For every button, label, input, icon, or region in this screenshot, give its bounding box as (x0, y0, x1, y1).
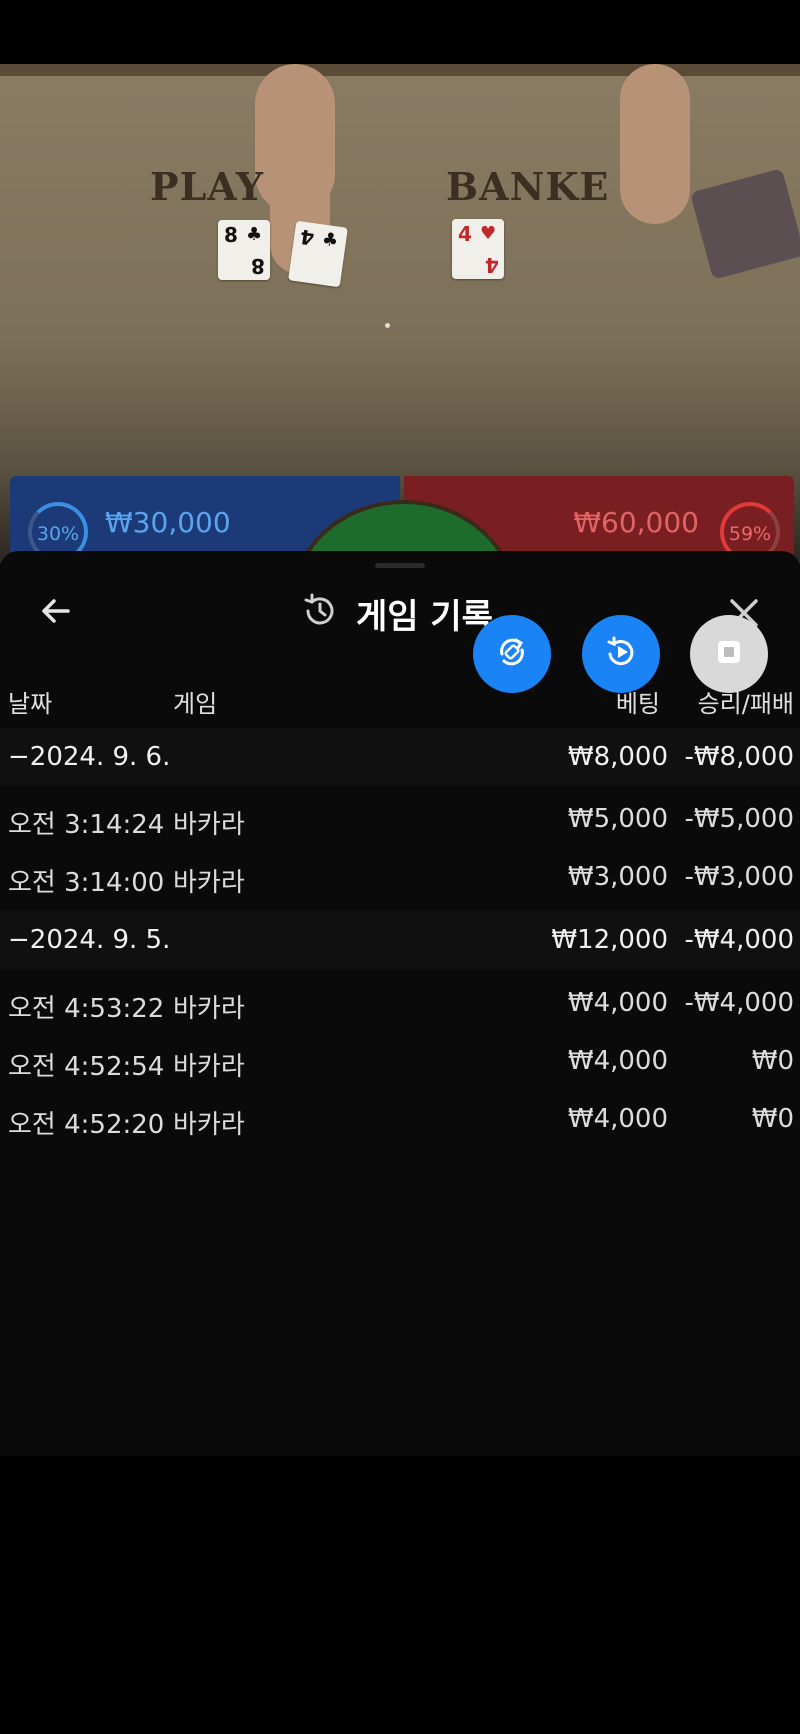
rotate-icon (492, 632, 532, 676)
table-center-dot (385, 323, 390, 328)
group-date: −2024. 9. 5. (8, 925, 171, 955)
date-group-row[interactable]: −2024. 9. 6. ₩8,000 -₩8,000 (0, 728, 800, 786)
row-time: 오전 3:14:24 (8, 810, 165, 840)
replay-icon (601, 632, 641, 676)
row-game: 바카라 (173, 810, 245, 840)
player-bet-amount: ₩30,000 (105, 506, 231, 539)
column-game: 게임 (173, 690, 218, 718)
table-row[interactable]: 오전 3:14:24 바카라 ₩5,000 -₩5,000 (0, 790, 800, 848)
card-shoe (689, 168, 800, 280)
banker-card-1: 4 ♥ 4 (452, 219, 504, 279)
history-icon (300, 591, 340, 635)
stop-icon (709, 632, 749, 676)
table-row[interactable]: 오전 3:14:00 바카라 ₩3,000 -₩3,000 (0, 848, 800, 906)
group-win-loss-total: -₩4,000 (684, 925, 794, 955)
banker-bet-amount: ₩60,000 (573, 506, 699, 539)
column-date: 날짜 (8, 690, 53, 718)
row-win-loss: ₩0 (751, 1104, 794, 1134)
dealer-right-hand (620, 64, 690, 224)
sheet-header: 게임 기록 (300, 591, 493, 637)
group-date: −2024. 9. 6. (8, 742, 171, 772)
group-win-loss-total: -₩8,000 (684, 742, 794, 772)
history-table-header: 날짜 게임 베팅 승리/패배 (0, 684, 800, 724)
replay-button[interactable] (582, 615, 660, 693)
player-card-1: 8 ♣ 8 (218, 220, 270, 280)
row-time: 오전 4:53:22 (8, 994, 165, 1024)
banker-label: BANKE (446, 164, 610, 209)
row-win-loss: ₩0 (751, 1046, 794, 1076)
table-row[interactable]: 오전 4:53:22 바카라 ₩4,000 -₩4,000 (0, 974, 800, 1032)
stop-button[interactable] (690, 615, 768, 693)
row-win-loss: -₩5,000 (684, 804, 794, 834)
row-bet: ₩5,000 (567, 804, 668, 834)
column-win-loss: 승리/패배 (697, 690, 794, 718)
date-group-row[interactable]: −2024. 9. 5. ₩12,000 -₩4,000 (0, 911, 800, 969)
row-time: 오전 4:52:20 (8, 1110, 165, 1140)
table-row[interactable]: 오전 4:52:20 바카라 ₩4,000 ₩0 (0, 1090, 800, 1148)
row-bet: ₩3,000 (567, 862, 668, 892)
row-win-loss: -₩4,000 (684, 988, 794, 1018)
row-time: 오전 3:14:00 (8, 868, 165, 898)
row-bet: ₩4,000 (567, 988, 668, 1018)
row-game: 바카라 (173, 1052, 245, 1082)
column-bet: 베팅 (615, 690, 660, 718)
row-game: 바카라 (173, 868, 245, 898)
row-game: 바카라 (173, 1110, 245, 1140)
row-win-loss: -₩3,000 (684, 862, 794, 892)
page-title: 게임 기록 (356, 596, 493, 637)
player-label: PLAY (150, 164, 265, 209)
group-bet-total: ₩12,000 (551, 925, 668, 955)
row-game: 바카라 (173, 994, 245, 1024)
sheet-grabber[interactable] (375, 563, 425, 568)
table-row[interactable]: 오전 4:52:54 바카라 ₩4,000 ₩0 (0, 1032, 800, 1090)
group-bet-total: ₩8,000 (567, 742, 668, 772)
player-card-2: 4 ♣ (288, 220, 348, 288)
row-time: 오전 4:52:54 (8, 1052, 165, 1082)
row-bet: ₩4,000 (567, 1046, 668, 1076)
arrow-left-icon[interactable] (36, 591, 76, 631)
row-bet: ₩4,000 (567, 1104, 668, 1134)
rotate-button[interactable] (473, 615, 551, 693)
